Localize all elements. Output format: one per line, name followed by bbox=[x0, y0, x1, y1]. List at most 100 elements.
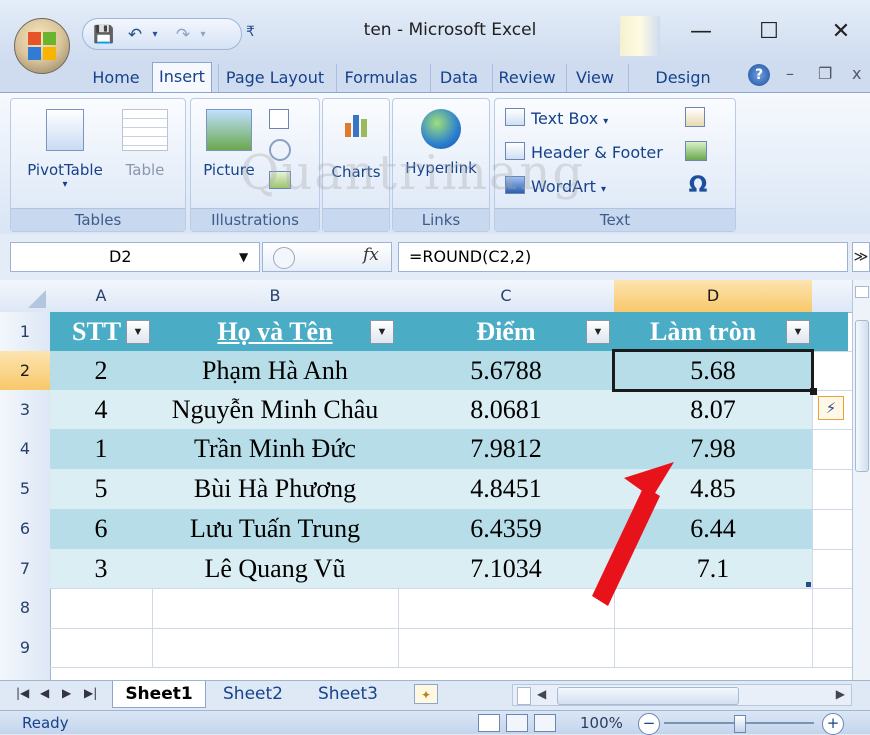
empty-cell[interactable] bbox=[812, 628, 853, 668]
empty-cell[interactable] bbox=[812, 588, 853, 629]
insert-sheet-icon[interactable]: ✦ bbox=[414, 684, 438, 704]
table-cell[interactable]: 4 bbox=[50, 390, 153, 430]
symbol-icon[interactable]: Ω bbox=[685, 173, 711, 199]
table-cell[interactable]: Trần Minh Đức bbox=[152, 429, 399, 470]
table-header-cell[interactable]: Họ và Tên ▼ bbox=[152, 312, 398, 353]
sheet-tab-sheet2[interactable]: Sheet2 bbox=[212, 681, 294, 707]
column-header-b[interactable]: B bbox=[152, 280, 399, 313]
empty-cell[interactable] bbox=[812, 549, 853, 589]
table-cell[interactable]: 1 bbox=[50, 429, 153, 470]
zoom-in-icon[interactable]: + bbox=[822, 713, 844, 735]
empty-cell[interactable] bbox=[398, 588, 615, 629]
undo-dropdown-icon[interactable]: ▾ bbox=[145, 25, 165, 45]
table-cell[interactable]: 8.0681 bbox=[398, 390, 615, 430]
clipart-icon[interactable] bbox=[269, 109, 289, 129]
scroll-thumb[interactable] bbox=[855, 320, 869, 472]
row-header[interactable]: 5 bbox=[0, 469, 51, 510]
zoom-level[interactable]: 100% bbox=[580, 711, 623, 735]
empty-cell[interactable] bbox=[398, 628, 615, 668]
tab-review[interactable]: Review bbox=[492, 64, 561, 92]
table-cell[interactable]: 5 bbox=[50, 469, 153, 510]
filter-dropdown-icon[interactable]: ▼ bbox=[126, 320, 150, 344]
textbox-button[interactable]: Text Box ▾ bbox=[505, 107, 608, 131]
table-cell[interactable]: 5.6788 bbox=[398, 351, 615, 391]
autofill-options-icon[interactable]: ⚡ bbox=[818, 396, 844, 420]
expand-formula-bar-icon[interactable]: ≫ bbox=[852, 242, 870, 272]
select-all-corner[interactable] bbox=[0, 280, 51, 313]
pivottable-button[interactable]: PivotTable ▾ bbox=[19, 109, 111, 190]
close-button[interactable]: ✕ bbox=[816, 12, 866, 52]
tab-data[interactable]: Data bbox=[430, 64, 487, 92]
row-header[interactable] bbox=[0, 667, 51, 680]
table-cell[interactable]: Phạm Hà Anh bbox=[152, 351, 399, 391]
resize-grip-icon[interactable] bbox=[273, 247, 295, 269]
column-header-d[interactable]: D bbox=[614, 280, 813, 313]
table-cell[interactable]: 7.1034 bbox=[398, 549, 615, 589]
empty-cell[interactable] bbox=[812, 509, 853, 550]
redo-dropdown-icon[interactable]: ▾ bbox=[193, 25, 213, 45]
row-header[interactable]: 1 bbox=[0, 312, 51, 352]
filter-dropdown-icon[interactable]: ▼ bbox=[786, 320, 810, 344]
zoom-slider-thumb[interactable] bbox=[734, 715, 746, 733]
filter-dropdown-icon[interactable]: ▼ bbox=[586, 320, 610, 344]
empty-cell[interactable] bbox=[812, 351, 853, 391]
filter-dropdown-icon[interactable]: ▼ bbox=[370, 320, 394, 344]
table-button[interactable]: Table bbox=[115, 109, 175, 179]
table-cell[interactable]: 8.07 bbox=[614, 390, 813, 430]
row-header[interactable]: 7 bbox=[0, 549, 51, 589]
table-cell[interactable]: 6 bbox=[50, 509, 153, 550]
minimize-button[interactable]: — bbox=[676, 12, 726, 52]
empty-cell[interactable] bbox=[812, 312, 853, 352]
customize-qat-icon[interactable]: ₹ bbox=[246, 24, 255, 40]
sheet-tab-sheet3[interactable]: Sheet3 bbox=[306, 681, 390, 707]
help-icon[interactable]: ? bbox=[748, 64, 770, 86]
workbook-minimize-icon[interactable]: – bbox=[786, 64, 794, 83]
table-cell[interactable]: 7.9812 bbox=[398, 429, 615, 470]
office-button[interactable] bbox=[14, 18, 70, 74]
page-break-view-icon[interactable] bbox=[534, 714, 556, 732]
empty-cell[interactable] bbox=[50, 588, 153, 629]
sheet-tab-sheet1[interactable]: Sheet1 bbox=[112, 681, 206, 708]
tab-formulas[interactable]: Formulas bbox=[336, 64, 425, 92]
empty-cell[interactable] bbox=[50, 628, 153, 668]
fill-handle[interactable] bbox=[810, 388, 817, 395]
table-cell[interactable]: Lê Quang Vũ bbox=[152, 549, 399, 589]
object-icon[interactable] bbox=[685, 141, 707, 161]
scroll-thumb[interactable] bbox=[557, 687, 739, 705]
split-box-icon[interactable] bbox=[517, 687, 531, 705]
maximize-button[interactable]: ☐ bbox=[744, 12, 794, 52]
formula-input[interactable]: =ROUND(C2,2) bbox=[398, 242, 848, 272]
row-header[interactable]: 2 bbox=[0, 351, 51, 391]
table-cell[interactable]: Lưu Tuấn Trung bbox=[152, 509, 399, 550]
table-cell[interactable]: 4.8451 bbox=[398, 469, 615, 510]
table-cell[interactable]: 6.4359 bbox=[398, 509, 615, 550]
tab-view[interactable]: View bbox=[566, 64, 623, 92]
row-header[interactable]: 3 bbox=[0, 390, 51, 430]
page-layout-view-icon[interactable] bbox=[506, 714, 528, 732]
row-header[interactable]: 9 bbox=[0, 628, 51, 668]
scroll-left-icon[interactable]: ◀ bbox=[537, 687, 546, 701]
table-resize-handle[interactable] bbox=[806, 582, 811, 587]
name-box[interactable]: D2 ▼ bbox=[10, 242, 260, 272]
insert-function-icon[interactable]: fx bbox=[363, 245, 379, 265]
normal-view-icon[interactable] bbox=[478, 714, 500, 732]
prev-sheet-icon[interactable]: ◀ bbox=[40, 686, 49, 700]
empty-cell[interactable] bbox=[152, 588, 399, 629]
save-icon[interactable]: 💾 bbox=[93, 25, 114, 45]
row-header[interactable]: 4 bbox=[0, 429, 51, 470]
table-cell[interactable]: 3 bbox=[50, 549, 153, 589]
tab-page-layout[interactable]: Page Layout bbox=[218, 64, 331, 92]
column-header-c[interactable]: C bbox=[398, 280, 615, 313]
last-sheet-icon[interactable]: ▶| bbox=[84, 686, 97, 700]
empty-cell[interactable] bbox=[812, 429, 853, 470]
empty-cell[interactable] bbox=[812, 469, 853, 510]
row-header[interactable]: 8 bbox=[0, 588, 51, 629]
table-cell[interactable]: Nguyễn Minh Châu bbox=[152, 390, 399, 430]
table-cell[interactable]: Bùi Hà Phương bbox=[152, 469, 399, 510]
tab-home[interactable]: Home bbox=[86, 64, 146, 92]
undo-icon[interactable]: ↶ bbox=[125, 25, 145, 45]
workbook-restore-icon[interactable]: ❐ bbox=[818, 64, 832, 83]
empty-cell[interactable] bbox=[614, 628, 813, 668]
signature-line-icon[interactable] bbox=[685, 107, 705, 127]
split-box-icon[interactable] bbox=[855, 286, 869, 298]
